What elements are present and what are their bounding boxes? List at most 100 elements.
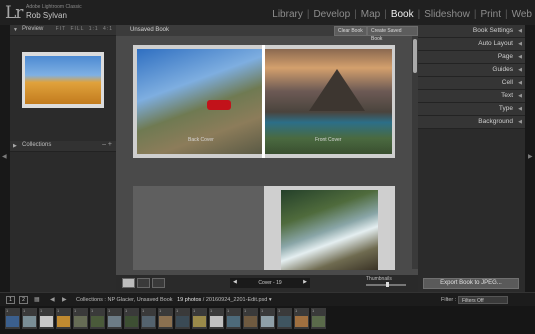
panel-auto-layout[interactable]: Auto Layout ◀ (418, 38, 525, 51)
module-develop[interactable]: Develop (313, 9, 350, 20)
right-panel-toggle[interactable]: ▶ (525, 25, 535, 292)
preview-panel-header[interactable]: ▼ Preview FIT FILL 1:1 4:1 (10, 25, 116, 36)
thumbnail-usage-count: 1 (278, 308, 281, 313)
zoom-options: FIT FILL 1:1 4:1 (54, 26, 113, 32)
filmstrip-thumbnail[interactable]: 1 (90, 308, 105, 329)
filmstrip-thumbnail[interactable]: 1 (73, 308, 88, 329)
book-title: Unsaved Book (130, 27, 170, 33)
filmstrip-thumbnail[interactable]: 1 (175, 308, 190, 329)
panel-cell[interactable]: Cell ◀ (418, 77, 525, 90)
filmstrip-thumbnail[interactable]: 1 (311, 308, 326, 329)
thumbnail-usage-count: 1 (261, 308, 264, 313)
book-toolbar: ◀ Cover - 19 ▶ Thumbnails (116, 275, 418, 292)
filmstrip-thumbnail[interactable]: 1 (226, 308, 241, 329)
filmstrip-thumbnail[interactable]: 1 (192, 308, 207, 329)
expand-left-icon: ◀ (2, 154, 7, 160)
user-name: Rob Sylvan (26, 11, 67, 20)
slider-knob[interactable] (386, 282, 389, 287)
back-cover-caption: Back Cover (188, 137, 214, 143)
panel-background[interactable]: Background ◀ (418, 116, 525, 129)
panel-type[interactable]: Type ◀ (418, 103, 525, 116)
preview-image (25, 56, 101, 104)
preview-label: Preview (22, 26, 44, 32)
collections-panel-header[interactable]: ▶ Collections – + (10, 141, 116, 152)
cover-spread[interactable] (133, 45, 395, 158)
thumbnail-image (176, 316, 189, 327)
multi-page-view-button[interactable] (122, 278, 135, 288)
module-library[interactable]: Library (272, 9, 303, 20)
filmstrip-thumbnail[interactable]: 1 (294, 308, 309, 329)
filter-label: Filter : (441, 297, 457, 303)
filmstrip-thumbnail[interactable]: 1 (243, 308, 258, 329)
single-page-view-button[interactable] (152, 278, 165, 288)
filmstrip-thumbnail[interactable]: 1 (56, 308, 71, 329)
panel-page[interactable]: Page ◀ (418, 51, 525, 64)
thumbnail-image (142, 316, 155, 327)
left-panel-toggle[interactable]: ◀ (0, 25, 10, 292)
panel-text[interactable]: Text ◀ (418, 90, 525, 103)
collapse-arrow-icon: ◀ (518, 67, 522, 73)
scrollbar-thumb[interactable] (413, 39, 417, 73)
mountain-peak (309, 69, 365, 111)
filmstrip-thumbnail[interactable]: 1 (260, 308, 275, 329)
module-picker: Library | Develop | Map | Book | Slidesh… (272, 9, 532, 20)
thumbnail-usage-count: 1 (23, 308, 26, 313)
waterfall-photo[interactable] (281, 190, 378, 270)
thumbnail-usage-count: 1 (210, 308, 213, 313)
zoom-fill[interactable]: FILL (70, 26, 84, 32)
selected-file: / 20160924_2201-Edit.psd ▾ (202, 297, 272, 303)
back-arrow-icon[interactable]: ◀ (50, 296, 55, 303)
filmstrip-thumbnail[interactable]: 1 (277, 308, 292, 329)
filmstrip-thumbnail[interactable]: 1 (39, 308, 54, 329)
module-separator: | (306, 9, 310, 20)
expand-right-icon: ▶ (528, 154, 533, 160)
filmstrip-thumbnail[interactable]: 1 (209, 308, 224, 329)
preview-thumbnail[interactable] (22, 52, 104, 108)
module-web[interactable]: Web (512, 9, 532, 20)
module-book[interactable]: Book (391, 9, 414, 20)
filmstrip-thumbnail[interactable]: 1 (107, 308, 122, 329)
filmstrip-thumbnail[interactable]: 1 (141, 308, 156, 329)
book-page-spread[interactable] (133, 186, 395, 270)
filmstrip-thumbnail[interactable]: 1 (158, 308, 173, 329)
thumbnail-image (312, 316, 325, 327)
export-book-button[interactable]: Export Book to JPEG... (423, 278, 519, 289)
filmstrip-breadcrumb[interactable]: Collections : NP Glacier, Unsaved Book 1… (76, 297, 272, 303)
filmstrip-thumbnail[interactable]: 1 (5, 308, 20, 329)
spread-view-button[interactable] (137, 278, 150, 288)
module-map[interactable]: Map (361, 9, 380, 20)
zoom-4-1[interactable]: 4:1 (103, 26, 113, 32)
collections-add-remove[interactable]: – + (102, 141, 112, 148)
thumbnail-size-slider[interactable] (366, 282, 406, 287)
filmstrip: 1 1 1 1 1 1 1 1 1 1 1 1 1 1 1 1 1 1 1 (0, 306, 535, 334)
next-page-button[interactable]: ▶ (303, 279, 307, 285)
create-saved-book-button[interactable]: Create Saved Book (367, 26, 418, 42)
zoom-1-1[interactable]: 1:1 (89, 26, 99, 32)
empty-page[interactable] (133, 186, 264, 270)
thumbnail-image (6, 316, 19, 327)
filter-select[interactable]: Filters Off (458, 296, 508, 304)
module-print[interactable]: Print (480, 9, 501, 20)
thumbnail-image (74, 316, 87, 327)
thumbnail-image (40, 316, 53, 327)
right-panel: Book Settings ◀ Auto Layout ◀ Page ◀ Gui… (418, 25, 525, 292)
panel-book-settings[interactable]: Book Settings ◀ (418, 25, 525, 38)
thumbnail-usage-count: 1 (74, 308, 77, 313)
module-separator: | (354, 9, 357, 20)
module-slideshow[interactable]: Slideshow (424, 9, 470, 20)
thumbnail-image (125, 316, 138, 327)
collections-label: Collections (22, 142, 52, 148)
secondary-window-button[interactable]: 2 (19, 296, 28, 304)
clear-book-button[interactable]: Clear Book (334, 26, 367, 36)
thumbnail-usage-count: 1 (312, 308, 315, 313)
filmstrip-thumbnail[interactable]: 1 (124, 308, 139, 329)
zoom-fit[interactable]: FIT (56, 26, 66, 32)
grid-view-icon[interactable]: ▦ (34, 296, 40, 303)
forward-arrow-icon[interactable]: ▶ (62, 296, 67, 303)
panel-label: Cell (501, 79, 513, 86)
collapse-triangle-icon: ▼ (13, 27, 18, 33)
panel-guides[interactable]: Guides ◀ (418, 64, 525, 77)
filmstrip-thumbnail[interactable]: 1 (22, 308, 37, 329)
collapse-arrow-icon: ◀ (518, 54, 522, 60)
primary-window-button[interactable]: 1 (6, 296, 15, 304)
